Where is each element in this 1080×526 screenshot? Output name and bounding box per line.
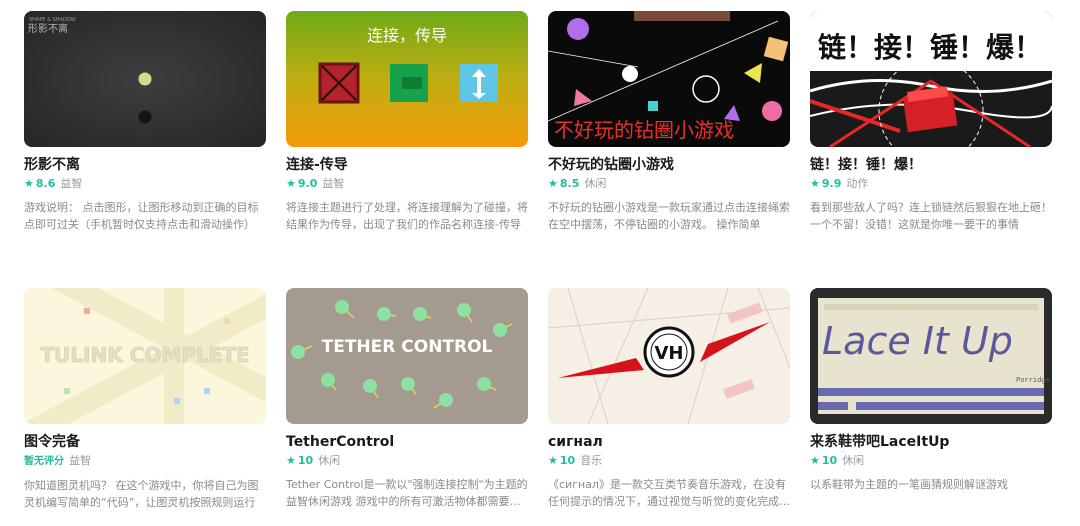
game-description: 《сигнал》是一款交互类节奏音乐游戏，在没有任何提示的情况下，通过视觉与听觉… (548, 478, 790, 508)
game-card[interactable]: SHAPE & SHADOW 形影不离 形影不离 ★ 8.6 益智 游戏说明： 点击… (24, 11, 266, 233)
game-thumbnail[interactable]: VH (548, 288, 790, 424)
game-meta: ★ 10 音乐 (548, 454, 790, 468)
game-genre: 休闲 (318, 454, 341, 467)
game-genre: 休闲 (584, 177, 607, 190)
thumb-title: TETHER CONTROL (322, 337, 493, 357)
game-title[interactable]: 形影不离 (24, 156, 266, 174)
thumb-title: Lace It Up (822, 319, 1013, 363)
game-rating: 9.0 (297, 177, 318, 190)
game-title[interactable]: 不好玩的钻圈小游戏 (548, 156, 790, 174)
game-title[interactable]: 图令完备 (24, 433, 266, 451)
game-description: 游戏说明： 点击图形，让图形移动到正确的目标点即可过关（手机暂时仅支持点击和滑动… (24, 201, 259, 231)
thumbnail-art: Lace It Up Porridge (810, 288, 1052, 424)
game-title[interactable]: сигнал (548, 433, 790, 451)
game-meta: ★ 10 休闲 (286, 454, 528, 468)
game-description: 将连接主题进行了处理，将连接理解为了碰撞，将结果作为传导，出现了我们的作品名称连… (286, 201, 528, 231)
game-rating: 8.5 (559, 177, 580, 190)
game-card[interactable]: 链！接！锤！爆！ 链！接！锤！爆！ ★ 9.9 动作 看到那些敌人了吗？连上锁链然后… (810, 11, 1052, 233)
game-rating: 10 (821, 454, 838, 467)
game-card[interactable]: TETHER CONTROL TetherControl ★ 10 休闲 Tethe… (286, 288, 528, 510)
thumb-subtitle: SHAPE & SHADOW (29, 17, 76, 23)
game-description: Tether Control是一款以"强制连接控制"为主题的益智休闲游戏 游戏中… (286, 478, 528, 508)
thumb-title: 不好玩的钻圈小游戏 (554, 118, 734, 142)
thumb-title: 链！接！锤！爆！ (818, 31, 1042, 64)
game-genre: 动作 (846, 177, 869, 190)
game-thumbnail[interactable]: Lace It Up Porridge (810, 288, 1052, 424)
thumbnail-art: VH (548, 288, 790, 424)
game-description: 你知道图灵机吗？ 在这个游戏中，你将自己为图灵机编写简单的“代码”，让图灵机按照… (24, 479, 259, 509)
thumbnail-art: TULINK COMPLETE (24, 288, 266, 424)
game-card[interactable]: Lace It Up Porridge 来系鞋带吧LaceItUp ★ 10 休闲 … (810, 288, 1052, 510)
star-icon: ★ (24, 177, 34, 190)
game-thumbnail[interactable]: SHAPE & SHADOW 形影不离 (24, 11, 266, 147)
game-rating: 9.9 (821, 177, 842, 190)
game-thumbnail[interactable]: 连接，传导 (286, 11, 528, 147)
thumbnail-art: 连接，传导 (286, 11, 528, 147)
star-icon: ★ (286, 454, 296, 467)
game-thumbnail[interactable]: TULINK COMPLETE (24, 288, 266, 424)
star-icon: ★ (810, 177, 820, 190)
game-card[interactable]: TULINK COMPLETE 图令完备 暂无评分 益智 你知道图灵机吗？ 在这个… (24, 288, 266, 511)
star-icon: ★ (810, 454, 820, 467)
thumb-title: TULINK COMPLETE (40, 343, 249, 367)
game-meta: ★ 8.6 益智 (24, 177, 266, 191)
no-rating-badge: 暂无评分 (24, 456, 64, 467)
game-meta: ★ 10 休闲 (810, 454, 1052, 468)
game-grid: SHAPE & SHADOW 形影不离 形影不离 ★ 8.6 益智 游戏说明： 点击… (0, 0, 1080, 526)
game-rating: 10 (297, 454, 314, 467)
game-thumbnail[interactable]: TETHER CONTROL (286, 288, 528, 424)
game-title[interactable]: 链！接！锤！爆！ (810, 156, 1052, 174)
thumb-title: 形影不离 (28, 22, 68, 35)
game-description: 不好玩的钻圈小游戏是一款玩家通过点击连接绳索在空中摆荡，不停钻圈的小游戏。 操作… (548, 201, 790, 231)
game-title[interactable]: 来系鞋带吧LaceItUp (810, 433, 1052, 451)
game-genre: 益智 (69, 454, 91, 467)
game-genre: 休闲 (842, 454, 865, 467)
game-title[interactable]: 连接-传导 (286, 156, 528, 174)
thumb-title: VH (655, 343, 684, 364)
thumbnail-art: 不好玩的钻圈小游戏 (548, 11, 790, 147)
game-description: 以系鞋带为主题的一笔画猜规则解谜游戏 (810, 478, 1008, 491)
game-card[interactable]: VH сигнал ★ 10 音乐 《сигнал》是一款交互类节奏音乐游戏，在没有… (548, 288, 790, 510)
thumbnail-art: SHAPE & SHADOW 形影不离 (24, 11, 266, 147)
star-icon: ★ (286, 177, 296, 190)
game-genre: 益智 (60, 177, 83, 190)
game-rating: 8.6 (35, 177, 56, 190)
game-thumbnail[interactable]: 不好玩的钻圈小游戏 (548, 11, 790, 147)
game-thumbnail[interactable]: 链！接！锤！爆！ (810, 11, 1052, 147)
game-description: 看到那些敌人了吗？连上锁链然后狠狠在地上砸！一个不留！没错！这就是你唯一要干的事… (810, 201, 1052, 231)
game-genre: 益智 (322, 177, 345, 190)
game-meta: 暂无评分 益智 (24, 454, 266, 469)
star-icon: ★ (548, 454, 558, 467)
game-card[interactable]: 不好玩的钻圈小游戏 不好玩的钻圈小游戏 ★ 8.5 休闲 不好玩的钻圈小游戏是一款玩… (548, 11, 790, 233)
game-meta: ★ 9.0 益智 (286, 177, 528, 191)
thumb-title: 连接，传导 (367, 26, 447, 45)
thumbnail-art: TETHER CONTROL (286, 288, 528, 424)
game-meta: ★ 8.5 休闲 (548, 177, 790, 191)
game-meta: ★ 9.9 动作 (810, 177, 1052, 191)
thumb-subtitle: Porridge (1016, 376, 1050, 384)
game-genre: 音乐 (580, 454, 603, 467)
game-rating: 10 (559, 454, 576, 467)
game-title[interactable]: TetherControl (286, 433, 528, 451)
thumbnail-art: 链！接！锤！爆！ (810, 11, 1052, 147)
star-icon: ★ (548, 177, 558, 190)
game-card[interactable]: 连接，传导 连接-传导 ★ 9.0 益智 将连接主题进行了处理，将连接理解为了碰撞，… (286, 11, 528, 233)
